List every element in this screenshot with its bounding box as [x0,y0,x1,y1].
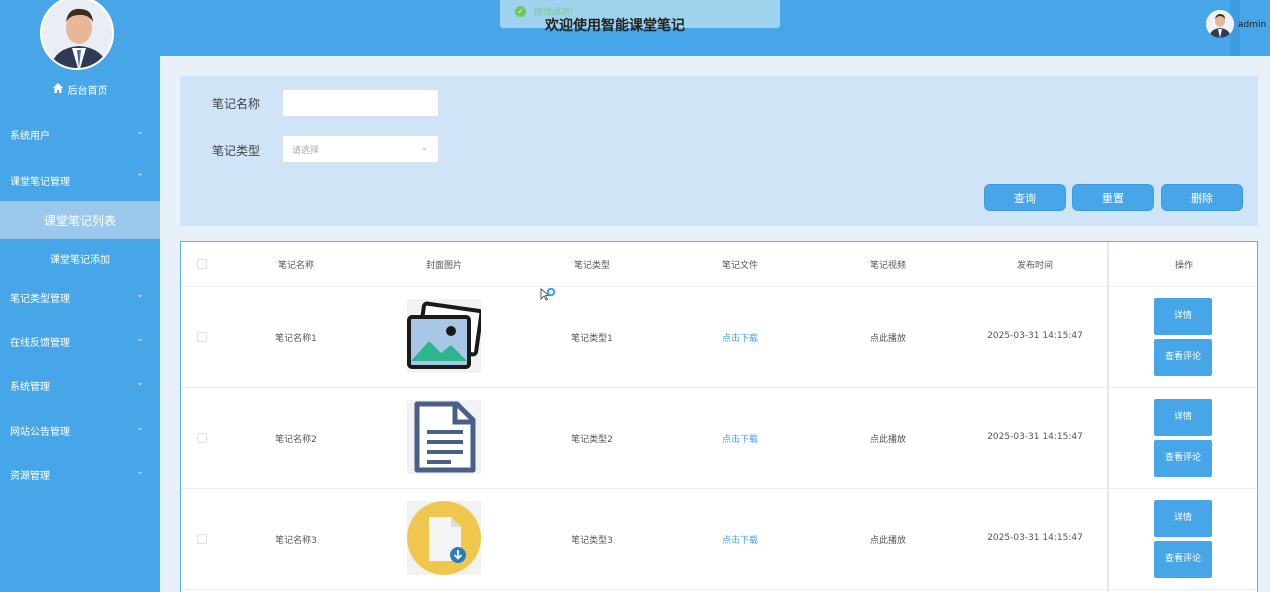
image-icon [407,299,484,373]
sidebar-item-system-users[interactable]: 系统用户 ⌄ [0,114,160,154]
column-header: 封面图片 [425,261,462,271]
detail-button[interactable]: 详情 [1154,399,1212,436]
sidebar-item-notes-management[interactable]: 课堂笔记管理 ⌃ [0,160,160,200]
column-header: 笔记类型 [573,261,610,271]
reset-button[interactable]: 重置 [1072,184,1154,211]
chevron-down-icon: ⌄ [136,423,144,433]
document-icon [407,400,481,474]
user-avatar[interactable] [1206,10,1234,38]
sidebar-item-label: 在线反馈管理 [10,337,70,349]
note-type-select[interactable]: 请选择 ⌄ [282,135,439,163]
chevron-down-icon: ⌄ [136,378,144,388]
note-name-cell: 笔记名称1 [275,334,317,344]
sidebar-item-home[interactable]: 后台首页 [0,82,160,97]
sidebar-item-label: 课堂笔记列表 [43,213,116,228]
sidebar-item-announcements[interactable]: 网站公告管理 ⌄ [0,410,160,450]
row-divider [181,488,1257,489]
download-link[interactable]: 点击下载 [680,331,800,344]
publish-time-cell: 2025-03-31 14:15:47 [987,533,1083,543]
sidebar-item-label: 笔记类型管理 [10,293,70,305]
play-video-link[interactable]: 点此播放 [828,432,948,445]
sidebar-item-notes-list[interactable]: 课堂笔记列表 [0,201,160,239]
row-checkbox[interactable] [197,534,207,544]
play-video-link[interactable]: 点此播放 [828,533,948,546]
mouse-cursor-icon [540,287,556,308]
sidebar-item-feedback[interactable]: 在线反馈管理 ⌄ [0,321,160,361]
view-comments-button[interactable]: 查看评论 [1154,440,1212,477]
publish-time-cell: 2025-03-31 14:15:47 [987,432,1083,442]
note-type-cell: 笔记类型1 [571,334,613,344]
sidebar: 后台首页 系统用户 ⌄ 课堂笔记管理 ⌃ 课堂笔记列表 课堂笔记添加 笔记类型管… [0,0,160,592]
sidebar-item-note-types[interactable]: 笔记类型管理 ⌄ [0,277,160,317]
fixed-column-shadow [1107,242,1109,592]
row-divider [181,286,1257,287]
detail-button[interactable]: 详情 [1154,298,1212,335]
note-type-cell: 笔记类型3 [571,536,613,546]
chevron-down-icon: ⌄ [136,467,144,477]
column-header: 笔记文件 [721,261,758,271]
chevron-down-icon: ⌄ [136,334,144,344]
chevron-down-icon: ⌄ [420,143,428,153]
publish-time-cell: 2025-03-31 14:15:47 [987,331,1083,341]
search-panel: 笔记名称 笔记类型 请选择 ⌄ 查询 重置 删除 [180,76,1258,226]
detail-button[interactable]: 详情 [1154,500,1212,537]
sidebar-item-label: 课堂笔记管理 [10,176,70,188]
row-checkbox[interactable] [197,433,207,443]
query-button[interactable]: 查询 [984,184,1066,211]
sidebar-item-label: 资源管理 [10,470,50,482]
view-comments-button[interactable]: 查看评论 [1154,541,1212,578]
sidebar-item-notes-add[interactable]: 课堂笔记添加 [0,239,160,277]
column-header: 发布时间 [1016,261,1053,271]
download-link[interactable]: 点击下载 [680,432,800,445]
chevron-down-icon: ⌄ [136,290,144,300]
sidebar-item-system-management[interactable]: 系统管理 ⌄ [0,365,160,405]
sidebar-item-label: 系统用户 [10,130,50,142]
note-name-cell: 笔记名称3 [275,536,317,546]
chevron-up-icon: ⌃ [136,173,144,183]
sidebar-item-label: 网站公告管理 [10,426,70,438]
row-divider [181,589,1257,590]
play-video-link[interactable]: 点此播放 [828,331,948,344]
note-name-cell: 笔记名称2 [275,435,317,445]
download-link[interactable]: 点击下载 [680,533,800,546]
sidebar-item-home-label: 后台首页 [67,86,108,97]
note-type-placeholder: 请选择 [292,145,320,156]
page-title: 欢迎使用智能课堂笔记 [545,18,685,34]
delete-button[interactable]: 删除 [1161,184,1243,211]
notes-table: 笔记名称 封面图片 笔记类型 笔记文件 笔记视频 发布时间 操作 笔记名称1 笔… [180,241,1258,592]
sidebar-item-label: 课堂笔记添加 [50,254,110,266]
note-name-input[interactable] [282,89,439,117]
column-header: 笔记名称 [277,261,314,271]
note-type-cell: 笔记类型2 [571,435,613,445]
view-comments-button[interactable]: 查看评论 [1154,339,1212,376]
user-name[interactable]: admin [1238,20,1266,30]
home-icon [52,83,63,96]
sidebar-item-resources[interactable]: 资源管理 ⌄ [0,454,160,494]
note-name-label: 笔记名称 [212,97,261,111]
avatar [40,0,114,70]
row-checkbox[interactable] [197,332,207,342]
sidebar-item-label: 系统管理 [10,381,50,393]
column-header: 操作 [1174,261,1193,271]
download-file-icon [407,501,481,575]
row-divider [181,387,1257,388]
chevron-down-icon: ⌄ [136,127,144,137]
select-all-checkbox[interactable] [197,259,207,269]
note-type-label: 笔记类型 [212,144,261,158]
column-header: 笔记视频 [869,261,906,271]
